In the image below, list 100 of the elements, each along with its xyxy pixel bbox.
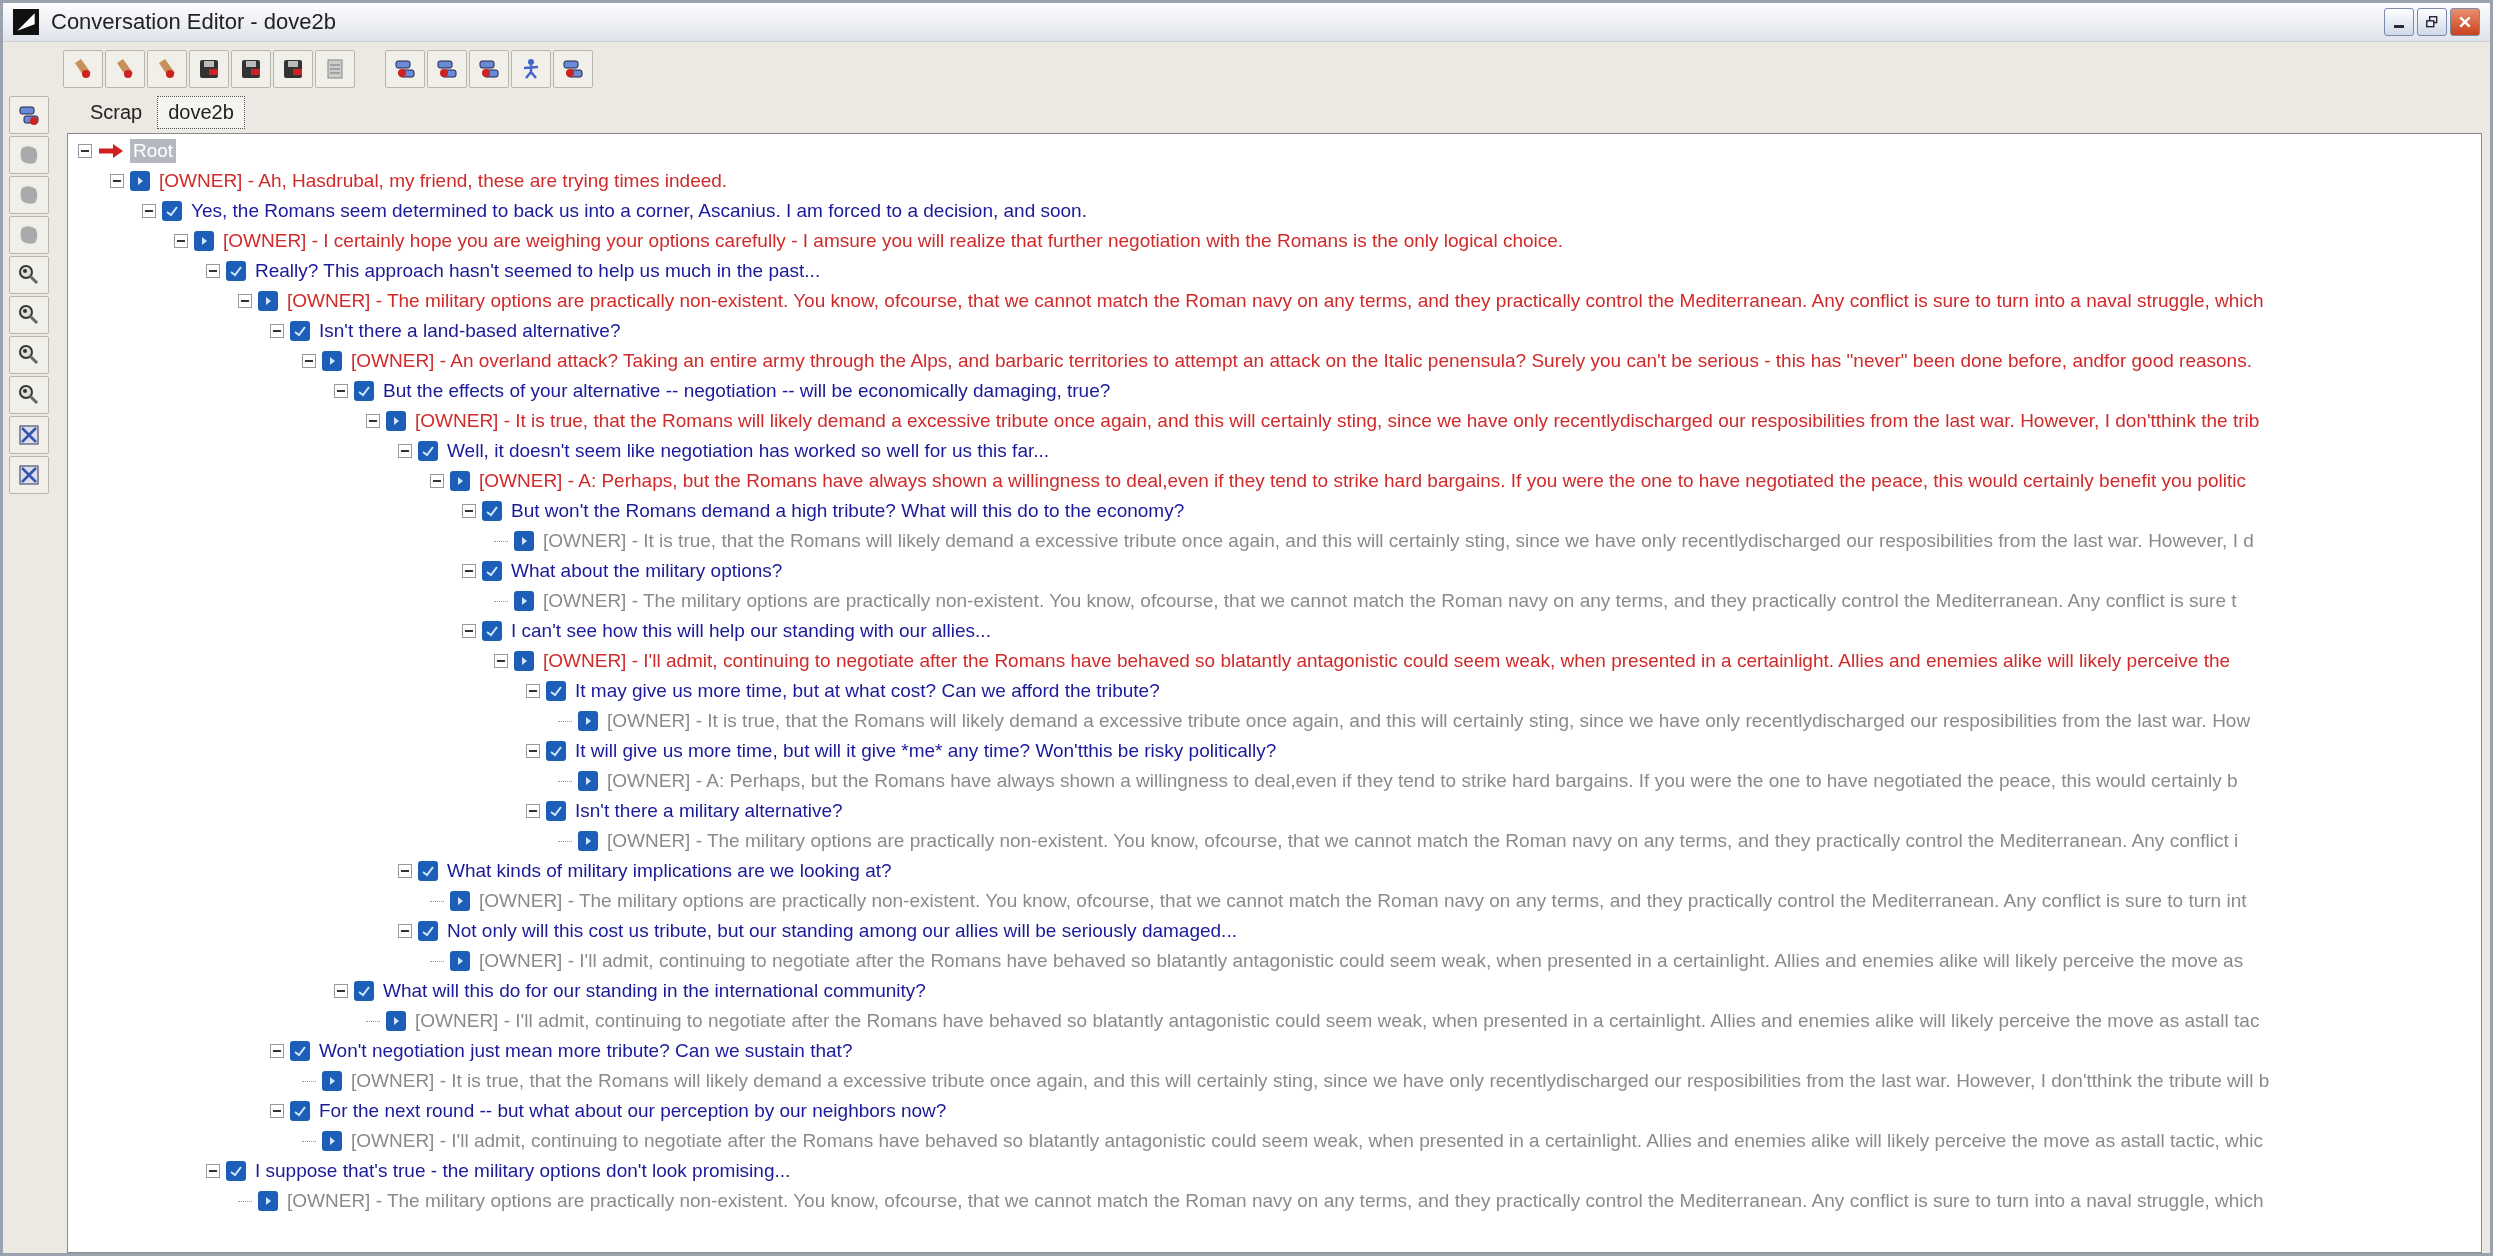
collapse-toggle[interactable] [206,264,220,278]
tree-item[interactable]: I can't see how this will help our standing with our allies... [508,619,994,643]
toolbar-button[interactable] [427,50,467,88]
toolbar-button[interactable] [9,376,49,414]
tree-item[interactable]: Really? This approach hasn't seemed to help us much in the past... [252,259,824,283]
minimize-button[interactable] [2384,8,2414,36]
tree-item[interactable]: [OWNER] - The military options are practically non-existent. You know, ofcourse, that we cannot match the Roman navy on any terms, and they practically control the Mediterranean. Any conflict is sure to turn into a naval struggle, which [284,289,2267,313]
play-icon [578,711,598,731]
toolbar-button[interactable] [273,50,313,88]
stacked-boxes-icon [561,57,585,81]
collapse-toggle[interactable] [366,414,380,428]
tree-item[interactable]: What will this do for our standing in the international community? [380,979,929,1003]
collapse-toggle[interactable] [526,804,540,818]
arrow-icon [98,143,124,159]
minus-icon [529,750,537,752]
toolbar-button[interactable] [385,50,425,88]
tab[interactable]: Scrap [79,96,154,129]
play-icon [194,231,214,251]
toolbar-button[interactable] [147,50,187,88]
toolbar-button[interactable] [9,256,49,294]
tab[interactable]: dove2b [157,96,245,129]
minus-icon [145,210,153,212]
tree-item[interactable]: Won't negotiation just mean more tribute? Can we sustain that? [316,1039,856,1063]
play-icon [514,591,534,611]
window-title: Conversation Editor - dove2b [51,9,336,35]
collapse-toggle[interactable] [462,624,476,638]
tree-item[interactable]: But the effects of your alternative -- negotiation -- will be economically damaging, true? [380,379,1114,403]
tree-item[interactable]: [OWNER] - A: Perhaps, but the Romans have always shown a willingness to deal,even if they tend to strike hard bargains. If you were the one to have negotiated the peace, this would certainly benefit you politic [476,469,2249,493]
tree-item[interactable]: But won't the Romans demand a high tribute? What will this do to the economy? [508,499,1188,523]
toolbar-button[interactable] [9,336,49,374]
tree-item[interactable]: What kinds of military implications are we looking at? [444,859,895,883]
play-icon [450,951,470,971]
collapse-toggle[interactable] [110,174,124,188]
toolbar-button[interactable] [189,50,229,88]
tree-item[interactable]: It will give us more time, but will it give *me* any time? Won'tthis be risky politically? [572,739,1280,763]
toolbar-button[interactable] [553,50,593,88]
tree-item[interactable]: For the next round -- but what about our perception by our neighbors now? [316,1099,950,1123]
tree-item[interactable]: Well, it doesn't seem like negotiation has worked so well for us this far... [444,439,1053,463]
collapse-toggle[interactable] [398,444,412,458]
checkmark-icon [290,321,310,341]
tree-item[interactable]: [OWNER] - I'll admit, continuing to negotiate after the Romans have behaved so blatantly antagonistic could seem weak, when presented in a certainlight. Allies and enemies alike will likely perceive the [540,649,2234,673]
toolbar-button[interactable] [9,96,49,134]
checkmark-icon [290,1041,310,1061]
minus-icon [401,450,409,452]
toolbar-button[interactable] [469,50,509,88]
minus-icon [273,1110,281,1112]
tree-item[interactable]: Isn't there a land-based alternative? [316,319,624,343]
close-button[interactable] [2450,8,2480,36]
tree-item[interactable]: Not only will this cost us tribute, but our standing among our allies will be seriously damaged... [444,919,1240,943]
collapse-toggle[interactable] [494,654,508,668]
collapse-toggle[interactable] [270,324,284,338]
tree-item[interactable]: It may give us more time, but at what cost? Can we afford the tribute? [572,679,1163,703]
minus-icon [401,930,409,932]
tree-item[interactable]: [OWNER] - It is true, that the Romans will likely demand a excessive tribute once again, and this will certainly sting, since we have only recentlydischarged our resposibilities from the last war. However, I don'tthink the trib [412,409,2263,433]
tree-item[interactable]: [OWNER] - I'll admit, continuing to negotiate after the Romans have behaved so blatantly antagonistic could seem weak, when presented in a certainlight. Allies and enemies alike will likely perceive the move as astall tactic, whic [348,1129,2266,1153]
cross-icon [17,423,41,447]
collapse-toggle[interactable] [302,354,316,368]
tree-item[interactable]: [OWNER] - I certainly hope you are weighing your options carefully - I amsure you will realize that further negotiation with the Romans is the only logical choice. [220,229,1567,253]
toolbar-button[interactable] [231,50,271,88]
tree-item[interactable]: I suppose that's true - the military options don't look promising... [252,1159,794,1183]
restore-button[interactable] [2417,8,2447,36]
tree-item[interactable]: [OWNER] - I'll admit, continuing to negotiate after the Romans have behaved so blatantly antagonistic could seem weak, when presented in a certainlight. Allies and enemies alike will likely perceive the move as [476,949,2247,973]
tree-item[interactable]: Yes, the Romans seem determined to back us into a corner, Ascanius. I am forced to a decision, and soon. [188,199,1090,223]
stacked-boxes-icon [435,57,459,81]
tree-item[interactable]: Isn't there a military alternative? [572,799,846,823]
tree-item[interactable]: [OWNER] - Ah, Hasdrubal, my friend, these are trying times indeed. [156,169,731,193]
minus-icon [465,630,473,632]
collapse-toggle[interactable] [334,984,348,998]
collapse-toggle[interactable] [526,684,540,698]
restore-icon [2425,15,2439,29]
play-icon [450,891,470,911]
collapse-toggle[interactable] [174,234,188,248]
collapse-toggle[interactable] [270,1044,284,1058]
collapse-toggle[interactable] [430,474,444,488]
play-icon [130,171,150,191]
collapse-toggle[interactable] [238,294,252,308]
collapse-toggle[interactable] [334,384,348,398]
collapse-toggle[interactable] [462,564,476,578]
collapse-toggle[interactable] [206,1164,220,1178]
tree-item[interactable]: [OWNER] - I'll admit, continuing to negotiate after the Romans have behaved so blatantly antagonistic could seem weak, when presented in a certainlight. Allies and enemies alike will likely perceive the move as astall tac [412,1009,2263,1033]
play-icon [450,471,470,491]
tree-item[interactable]: What about the military options? [508,559,786,583]
collapse-toggle[interactable] [270,1104,284,1118]
toolbar-button[interactable] [9,456,49,494]
collapse-toggle[interactable] [462,504,476,518]
collapse-toggle[interactable] [398,864,412,878]
toolbar-button[interactable] [9,416,49,454]
tree-item[interactable]: [OWNER] - An overland attack? Taking an entire army through the Alps, and barbaric territories to attempt an attack on the Italic penensula? Surely you can't be serious - this has "never" been done before, andfor good reasons. [348,349,2255,373]
collapse-toggle[interactable] [398,924,412,938]
minus-icon [529,690,537,692]
toolbar-button[interactable] [63,50,103,88]
minus-icon [209,270,217,272]
play-icon [514,651,534,671]
collapse-toggle[interactable] [78,144,92,158]
collapse-toggle[interactable] [526,744,540,758]
collapse-toggle[interactable] [142,204,156,218]
toolbar-button[interactable] [9,296,49,334]
toolbar-button[interactable] [105,50,145,88]
minus-icon [113,180,121,182]
minus-icon [337,990,345,992]
